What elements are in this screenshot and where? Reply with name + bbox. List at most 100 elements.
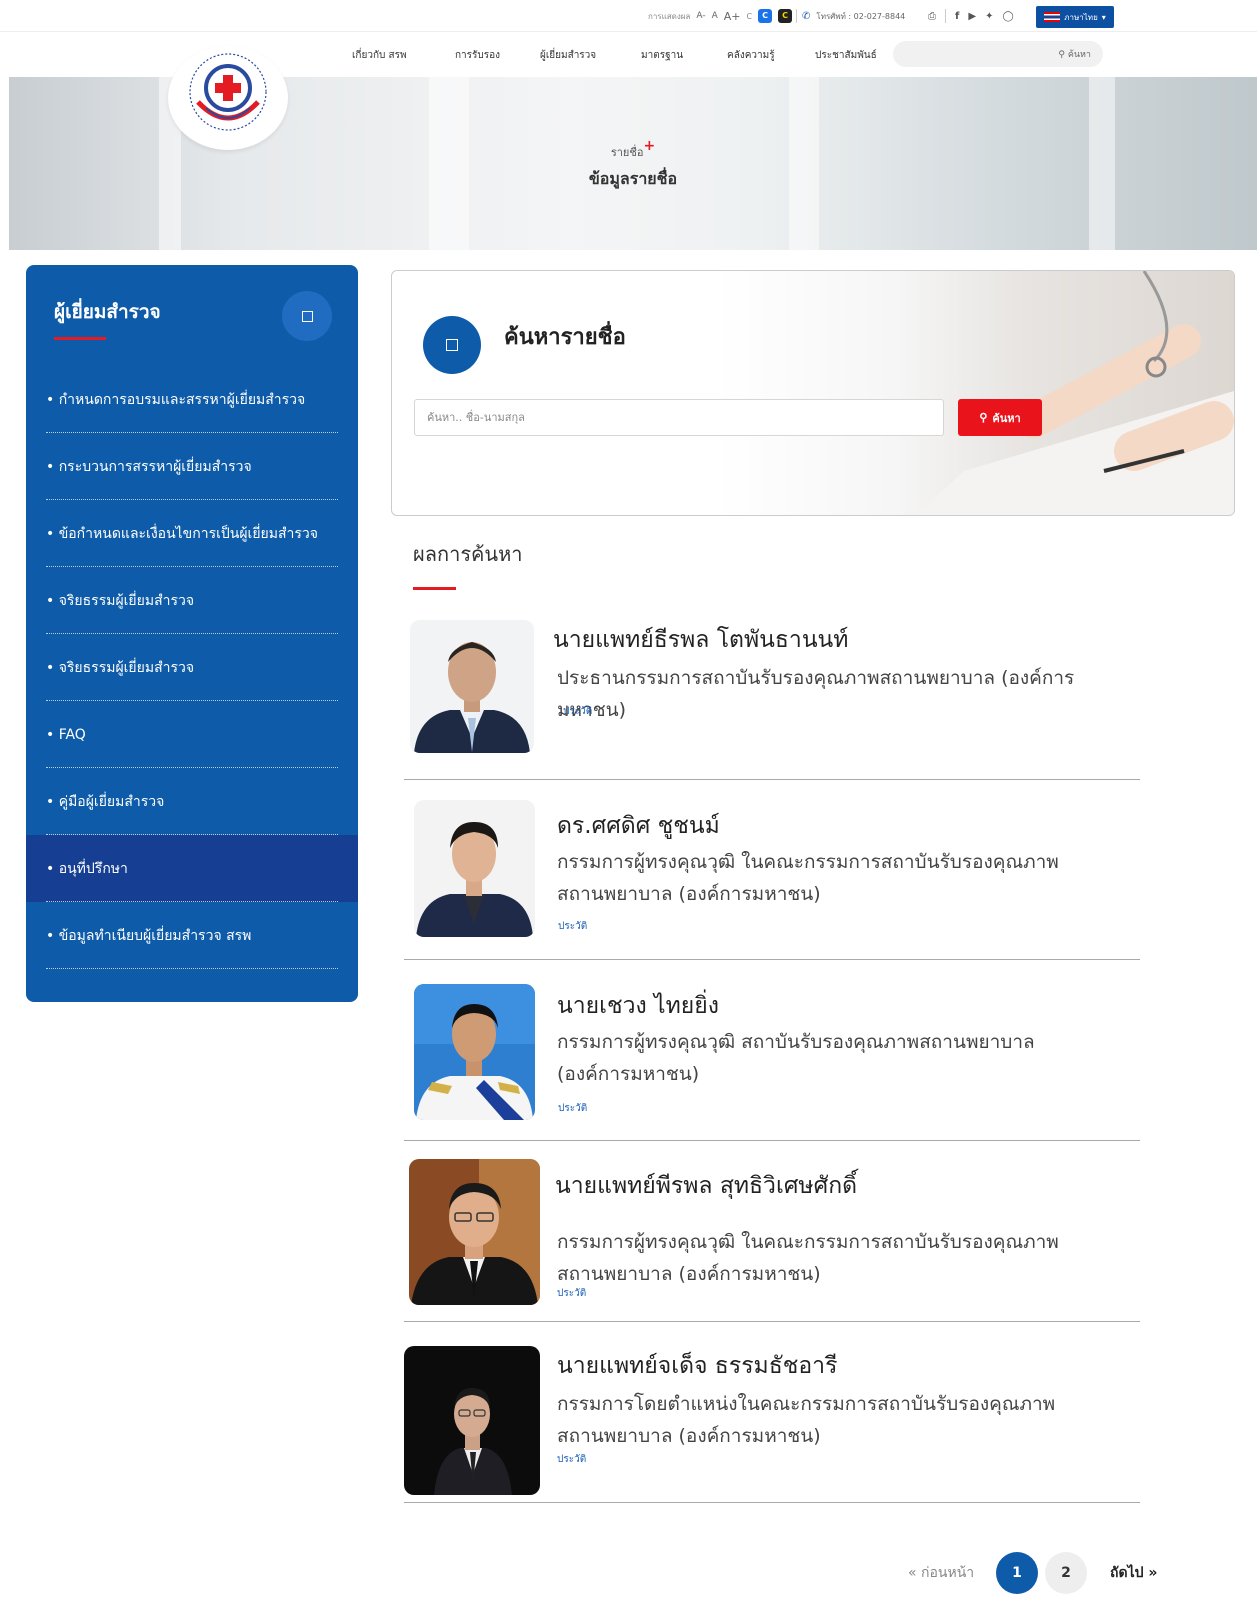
results-heading: ผลการค้นหา (413, 542, 523, 566)
result-item: นายแพทย์จเด็จ ธรรมธัชอารี กรรมการโดยตำแห… (404, 1322, 1140, 1503)
search-card-background (714, 271, 1234, 515)
hero-background-decoration (1089, 77, 1115, 250)
youtube-icon[interactable]: ▶ (968, 11, 976, 22)
position-line: กรรมการผู้ทรงคุณวุฒิ ในคณะกรรมการสถาบันร… (557, 1231, 1059, 1253)
person-position: กรรมการผู้ทรงคุณวุฒิ สถาบันรับรองคุณภาพส… (557, 1026, 1035, 1090)
bio-link[interactable]: ประวัติ (563, 704, 592, 719)
name-search-button[interactable]: ⚲ ค้นหา (958, 399, 1042, 436)
nav-public-relations[interactable]: ประชาสัมพันธ์ (815, 48, 877, 63)
hero-subtitle-text: รายชื่อ (610, 146, 644, 159)
sidebar-item-recruitment-process[interactable]: • กระบวนการสรรหาผู้เยี่ยมสำรวจ (26, 433, 358, 500)
pagination-prev[interactable]: « ก่อนหน้า (908, 1562, 974, 1584)
position-line: กรรมการโดยตำแหน่งในคณะกรรมการสถาบันรับรอ… (557, 1393, 1056, 1415)
sidebar-item-requirements[interactable]: • ข้อกำหนดและเงื่อนไขการเป็นผู้เยี่ยมสำร… (26, 500, 358, 567)
pagination-next[interactable]: ถัดไป » (1110, 1562, 1157, 1584)
language-selector[interactable]: ภาษาไทย ▾ (1036, 6, 1114, 28)
phone-number: โทรศัพท์ : 02-027-8844 (816, 11, 906, 21)
person-photo[interactable] (414, 984, 535, 1120)
person-photo[interactable] (410, 620, 534, 753)
sidebar-item-directory[interactable]: • ข้อมูลทำเนียบผู้เยี่ยมสำรวจ สรพ (26, 902, 358, 969)
contrast-dark[interactable]: C (778, 9, 793, 23)
page-title: ข้อมูลรายชื่อ (588, 169, 678, 188)
nav-search-input[interactable]: ⚲ ค้นหา (893, 41, 1103, 67)
sidebar-item-faq[interactable]: • FAQ (26, 701, 358, 768)
results-heading-underline (413, 587, 456, 590)
hero-background-decoration (429, 77, 469, 250)
pagination-page-1[interactable]: 1 (996, 1552, 1038, 1594)
sidebar-menu: • กำหนดการอบรมและสรรหาผู้เยี่ยมสำรวจ • ก… (26, 366, 358, 969)
position-line: กรรมการผู้ทรงคุณวุฒิ ในคณะกรรมการสถาบันร… (557, 851, 1059, 873)
instagram-icon[interactable]: ◯ (1002, 11, 1013, 22)
person-name: นายแพทย์พีรพล สุทธิวิเศษศักดิ์ (555, 1173, 858, 1199)
sidebar-item-advisory-subcommittee[interactable]: • อนุที่ปรึกษา (26, 835, 358, 902)
font-size-normal[interactable]: A (712, 11, 718, 21)
position-line: (องค์การมหาชน) (557, 1063, 700, 1085)
display-label: การแสดงผล (648, 11, 691, 21)
social-links: ⎙ f ▶ ✦ ◯ (928, 7, 1014, 25)
twitter-icon[interactable]: ✦ (985, 11, 993, 22)
chevron-down-icon: ▾ (1101, 12, 1106, 22)
print-icon[interactable]: ⎙ (928, 11, 936, 22)
bio-link[interactable]: ประวัติ (557, 1286, 586, 1301)
person-name: นายแพทย์จเด็จ ธรรมธัชอารี (557, 1353, 838, 1379)
person-photo[interactable] (414, 800, 535, 937)
bio-link[interactable]: ประวัติ (558, 1101, 587, 1116)
position-line: กรรมการผู้ทรงคุณวุฒิ สถาบันรับรองคุณภาพส… (557, 1031, 1035, 1053)
thai-flag-icon (1044, 12, 1061, 22)
nav-accreditation[interactable]: การรับรอง (455, 48, 500, 63)
nav-search-button[interactable]: ⚲ ค้นหา (1058, 47, 1091, 61)
person-name: ดร.ศศดิศ ชูชนม์ (557, 813, 720, 839)
facebook-icon[interactable]: f (955, 11, 959, 22)
display-settings: การแสดงผล A- A A+ C C C (648, 7, 793, 25)
nav-surveyors[interactable]: ผู้เยี่ยมสำรวจ (540, 48, 596, 63)
contrast-normal[interactable]: C (747, 12, 753, 21)
nav-about[interactable]: เกี่ยวกับ สรพ (352, 48, 407, 63)
search-card: ค้นหารายชื่อ ⚲ ค้นหา (391, 270, 1235, 516)
bio-link[interactable]: ประวัติ (557, 1452, 586, 1467)
person-position: กรรมการโดยตำแหน่งในคณะกรรมการสถาบันรับรอ… (557, 1388, 1055, 1452)
sidebar-item-ethics[interactable]: • จริยธรรมผู้เยี่ยมสำรวจ (26, 567, 358, 634)
topbar-divider (796, 7, 797, 25)
font-size-increase[interactable]: A+ (724, 10, 741, 23)
person-photo[interactable] (409, 1159, 540, 1305)
position-line: สถานพยาบาล (องค์การมหาชน) (557, 883, 821, 905)
bio-link[interactable]: ประวัติ (558, 919, 587, 934)
result-item: นายเชวง ไทยยิ่ง กรรมการผู้ทรงคุณวุฒิ สถา… (404, 960, 1140, 1141)
search-card-icon (423, 316, 481, 374)
search-icon: ⚲ (1058, 50, 1065, 60)
search-button-label: ค้นหา (992, 412, 1021, 425)
sidebar-item-ethics-2[interactable]: • จริยธรรมผู้เยี่ยมสำรวจ (26, 634, 358, 701)
nav-standards[interactable]: มาตรฐาน (641, 48, 683, 63)
main-nav: เกี่ยวกับ สรพ การรับรอง ผู้เยี่ยมสำรวจ ม… (0, 32, 1257, 150)
sidebar-item-training-schedule[interactable]: • กำหนดการอบรมและสรรหาผู้เยี่ยมสำรวจ (26, 366, 358, 433)
position-line: สถานพยาบาล (องค์การมหาชน) (557, 1425, 821, 1447)
list-icon (446, 339, 458, 351)
name-search-input[interactable] (414, 399, 944, 436)
person-position: กรรมการผู้ทรงคุณวุฒิ ในคณะกรรมการสถาบันร… (557, 846, 1059, 910)
hero-background-decoration (789, 77, 819, 250)
person-name: นายเชวง ไทยยิ่ง (557, 993, 719, 1019)
person-photo[interactable] (404, 1346, 540, 1495)
search-card-title: ค้นหารายชื่อ (504, 325, 626, 350)
font-size-decrease[interactable]: A- (696, 11, 705, 21)
utility-bar: การแสดงผล A- A A+ C C C ✆ โทรศัพท์ : 02-… (0, 0, 1257, 32)
position-line: สถานพยาบาล (องค์การมหาชน) (557, 1263, 821, 1285)
doctor-writing-illustration (916, 271, 1234, 515)
site-logo[interactable] (168, 46, 288, 150)
language-label: ภาษาไทย (1064, 12, 1098, 22)
red-cross-icon: + (643, 138, 656, 154)
contrast-blue[interactable]: C (758, 9, 773, 23)
nav-knowledge[interactable]: คลังความรู้ (727, 48, 775, 63)
sidebar: ผู้เยี่ยมสำรวจ • กำหนดการอบรมและสรรหาผู้… (26, 265, 358, 1002)
sidebar-toggle-button[interactable] (282, 291, 332, 341)
menu-icon (301, 310, 313, 322)
sidebar-title-underline (54, 337, 106, 340)
person-name: นายแพทย์ธีรพล โตพันธานนท์ (553, 627, 849, 653)
sidebar-item-manual[interactable]: • คู่มือผู้เยี่ยมสำรวจ (26, 768, 358, 835)
result-item: นายแพทย์ธีรพล โตพันธานนท์ ประธานกรรมการส… (404, 612, 1140, 780)
person-position: ประธานกรรมการสถาบันรับรองคุณภาพสถานพยาบา… (557, 662, 1140, 726)
pagination-page-2[interactable]: 2 (1045, 1552, 1087, 1594)
result-item: นายแพทย์พีรพล สุทธิวิเศษศักดิ์ กรรมการผู… (404, 1141, 1140, 1322)
phone-contact: ✆ โทรศัพท์ : 02-027-8844 (802, 7, 905, 25)
search-icon: ⚲ (979, 412, 988, 424)
